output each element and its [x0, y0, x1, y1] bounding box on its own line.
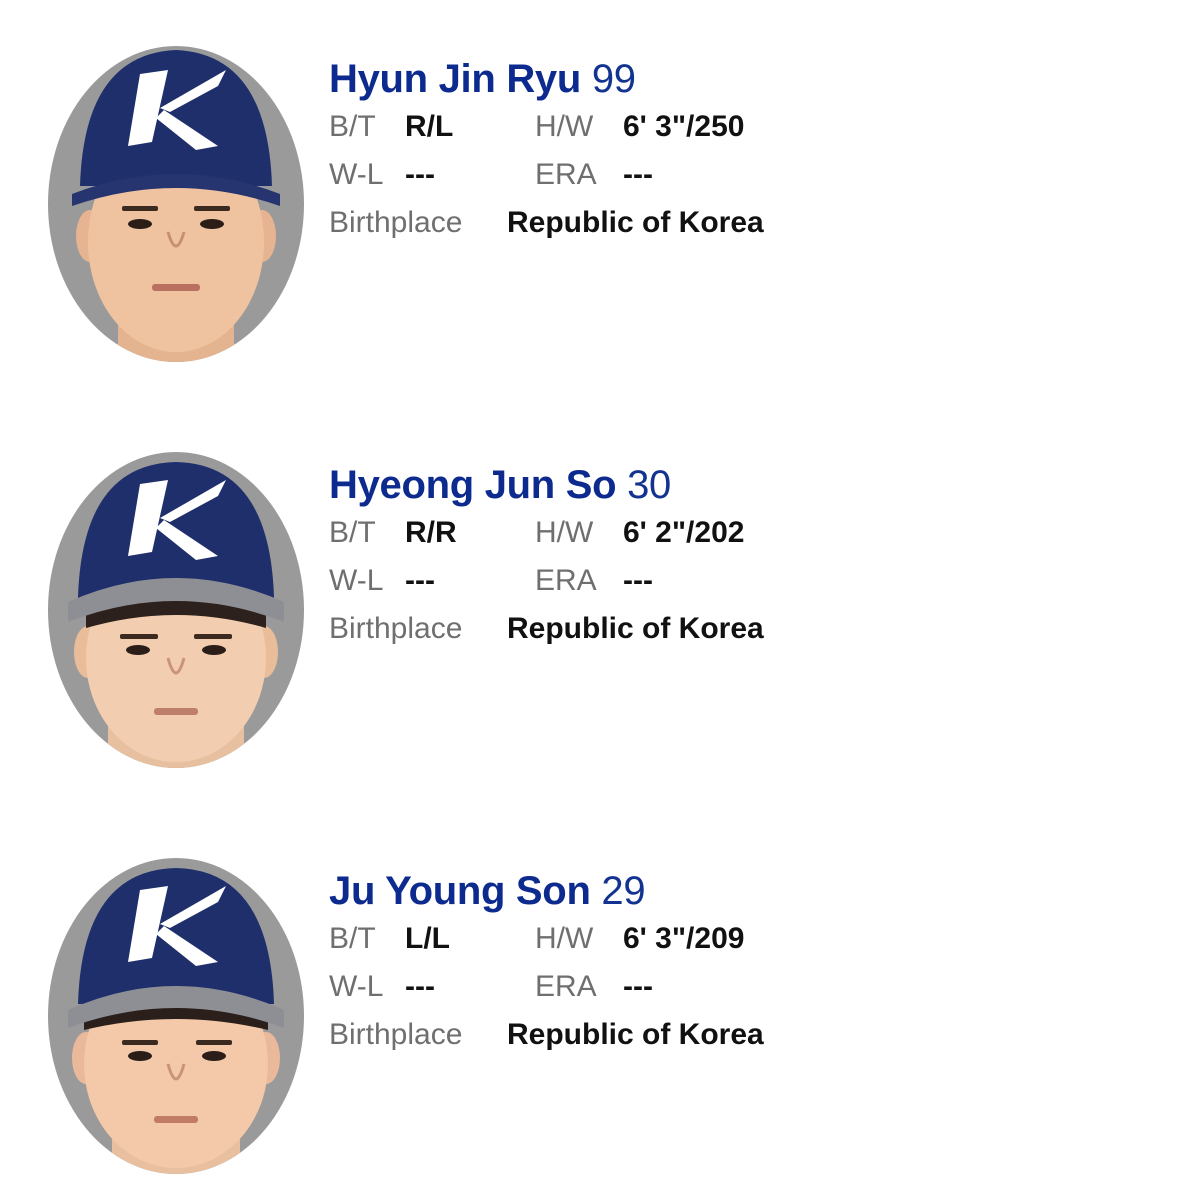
player-card[interactable]: Hyun Jin Ryu 99 B/T R/L H/W 6' 3"/250 W-…	[0, 0, 1178, 362]
stat-row-wl-era: W-L --- ERA ---	[329, 557, 671, 605]
birthplace-label: Birthplace	[329, 612, 463, 645]
bt-value: L/L	[405, 922, 450, 955]
player-info: Hyeong Jun So 30 B/T R/R H/W 6' 2"/202 W…	[329, 461, 764, 653]
player-info: Ju Young Son 29 B/T L/L H/W 6' 3"/209 W-…	[329, 867, 764, 1059]
birthplace-value: Republic of Korea	[507, 1018, 764, 1051]
bt-label: B/T	[329, 516, 376, 549]
hw-value: 6' 2"/202	[623, 516, 745, 549]
player-name-line[interactable]: Hyun Jin Ryu 99	[329, 55, 636, 103]
wl-value: ---	[405, 970, 435, 1003]
hw-label: H/W	[535, 110, 594, 143]
wl-label: W-L	[329, 564, 384, 597]
player-name[interactable]: Hyun Jin Ryu	[329, 57, 581, 101]
stat-row-wl-era: W-L --- ERA ---	[329, 963, 653, 1011]
player-card[interactable]: Hyeong Jun So 30 B/T R/R H/W 6' 2"/202 W…	[0, 406, 1178, 768]
player-name-line[interactable]: Hyeong Jun So 30	[329, 461, 671, 509]
hw-label: H/W	[535, 922, 594, 955]
player-info: Hyun Jin Ryu 99 B/T R/L H/W 6' 3"/250 W-…	[329, 55, 764, 247]
stat-row-birthplace: Birthplace Republic of Korea	[329, 605, 764, 653]
era-value: ---	[623, 564, 653, 597]
player-headshot-icon[interactable]	[48, 46, 304, 362]
bt-value: R/R	[405, 516, 457, 549]
birthplace-value: Republic of Korea	[507, 206, 764, 239]
era-label: ERA	[535, 564, 597, 597]
player-number: 29	[601, 869, 646, 913]
birthplace-value: Republic of Korea	[507, 612, 764, 645]
birthplace-label: Birthplace	[329, 1018, 463, 1051]
player-name-line[interactable]: Ju Young Son 29	[329, 867, 646, 915]
era-value: ---	[623, 970, 653, 1003]
wl-value: ---	[405, 158, 435, 191]
era-label: ERA	[535, 970, 597, 1003]
player-headshot-icon[interactable]	[48, 858, 304, 1174]
stat-row-birthplace: Birthplace Republic of Korea	[329, 1011, 764, 1059]
bt-value: R/L	[405, 110, 454, 143]
bt-label: B/T	[329, 922, 376, 955]
hw-value: 6' 3"/209	[623, 922, 745, 955]
stat-row-bt-hw: B/T R/L H/W 6' 3"/250	[329, 103, 744, 151]
era-value: ---	[623, 158, 653, 191]
birthplace-label: Birthplace	[329, 206, 463, 239]
wl-label: W-L	[329, 970, 384, 1003]
hw-label: H/W	[535, 516, 594, 549]
player-headshot-icon[interactable]	[48, 452, 304, 768]
stat-row-birthplace: Birthplace Republic of Korea	[329, 199, 764, 247]
stat-row-wl-era: W-L --- ERA ---	[329, 151, 653, 199]
player-card[interactable]: Ju Young Son 29 B/T L/L H/W 6' 3"/209 W-…	[0, 812, 1178, 1174]
player-number: 99	[591, 57, 636, 101]
wl-value: ---	[405, 564, 435, 597]
stat-row-bt-hw: B/T L/L H/W 6' 3"/209	[329, 915, 744, 963]
era-label: ERA	[535, 158, 597, 191]
player-number: 30	[627, 463, 671, 507]
player-name[interactable]: Hyeong Jun So	[329, 463, 617, 507]
wl-label: W-L	[329, 158, 384, 191]
bt-label: B/T	[329, 110, 376, 143]
stat-row-bt-hw: B/T R/R H/W 6' 2"/202	[329, 509, 744, 557]
hw-value: 6' 3"/250	[623, 110, 745, 143]
player-name[interactable]: Ju Young Son	[329, 869, 591, 913]
